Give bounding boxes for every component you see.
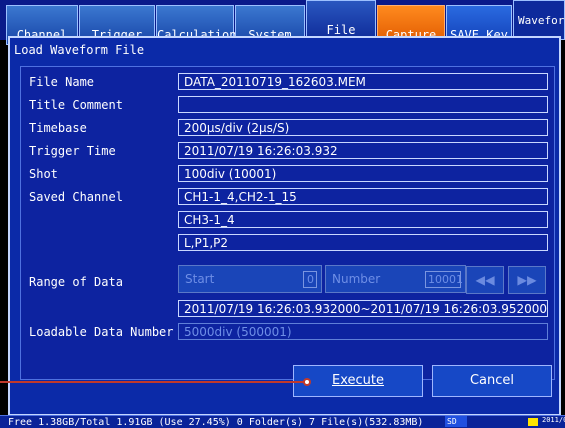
tab-file[interactable]: File	[306, 0, 376, 40]
shot-value: 100div (10001)	[178, 165, 548, 182]
file-name-label: File Name	[29, 75, 95, 89]
title-comment-label: Title Comment	[29, 98, 123, 112]
number-control[interactable]: Number 10001	[325, 265, 466, 293]
next-button[interactable]: ▶▶	[508, 266, 546, 294]
saved-channel-label: Saved Channel	[29, 190, 123, 204]
loadable-data-number-value: 5000div (500001)	[178, 323, 548, 340]
previous-button[interactable]: ◀◀	[466, 266, 504, 294]
timebase-label: Timebase	[29, 121, 87, 135]
saved-channel-line-2: CH3-1_4	[178, 211, 548, 228]
double-right-arrow-icon: ▶▶	[517, 270, 537, 289]
start-value: 0	[303, 271, 317, 288]
double-left-arrow-icon: ◀◀	[475, 270, 495, 289]
title-comment-value	[178, 96, 548, 113]
start-control[interactable]: Start 0	[178, 265, 322, 293]
indicator-icon	[528, 418, 538, 426]
status-bar: Free 1.38GB/Total 1.91GB (Use 27.45%) 0 …	[0, 415, 565, 428]
load-waveform-dialog: Load Waveform File File Name DATA_201107…	[8, 36, 561, 416]
start-label: Start	[185, 272, 215, 286]
file-name-value: DATA_20110719_162603.MEM	[178, 73, 548, 90]
file-info-panel: File Name DATA_20110719_162603.MEM Title…	[20, 66, 555, 380]
number-value: 10001	[425, 271, 463, 288]
trigger-time-value: 2011/07/19 16:26:03.932	[178, 142, 548, 159]
cancel-button[interactable]: Cancel	[432, 365, 552, 397]
shot-label: Shot	[29, 167, 58, 181]
range-of-data-label: Range of Data	[29, 275, 123, 289]
tab-waveform[interactable]: Waveform	[513, 0, 565, 40]
callout-leader-dot	[303, 378, 311, 386]
callout-leader-line	[0, 381, 305, 383]
sd-card-icon: SD	[445, 416, 467, 427]
saved-channel-line-3: L,P1,P2	[178, 234, 548, 251]
top-tab-bar: Channel Trigger Calculation System File …	[0, 0, 565, 45]
status-date: 2011/07/	[542, 416, 565, 424]
loadable-data-number-label: Loadable Data Number	[29, 325, 174, 339]
range-time-value: 2011/07/19 16:26:03.932000~2011/07/19 16…	[178, 300, 548, 317]
saved-channel-line-1: CH1-1_4,CH2-1_15	[178, 188, 548, 205]
trigger-time-label: Trigger Time	[29, 144, 116, 158]
number-label: Number	[332, 272, 381, 286]
timebase-value: 200μs/div (2μs/S)	[178, 119, 548, 136]
dialog-title: Load Waveform File	[10, 38, 559, 62]
execute-button[interactable]: Execute	[293, 365, 423, 397]
